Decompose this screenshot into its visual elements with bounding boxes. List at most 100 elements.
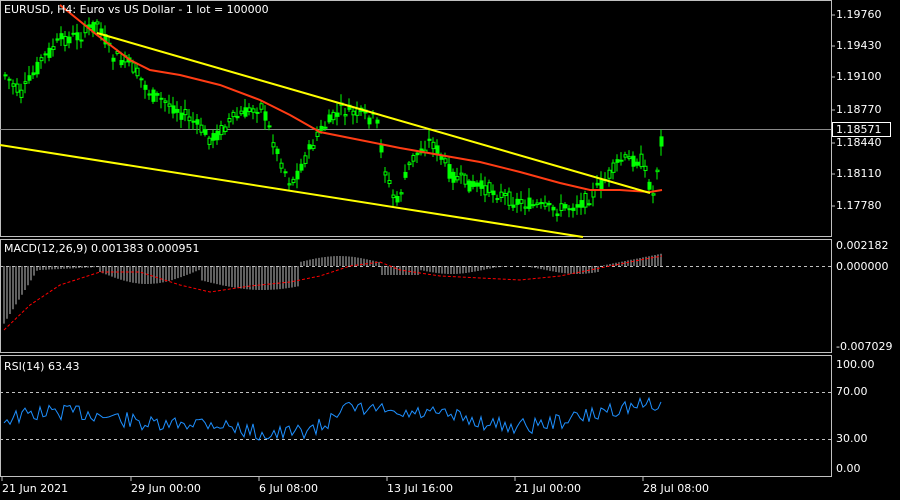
candle-body <box>219 124 224 136</box>
candle-body <box>211 133 216 141</box>
candlesticks <box>3 17 664 222</box>
candle-body <box>343 114 348 117</box>
candle-body <box>387 180 392 185</box>
moving-average-line <box>59 4 663 194</box>
candle-body <box>375 119 380 124</box>
candle-body <box>395 195 400 203</box>
candle-body <box>367 117 372 125</box>
candle-body <box>551 206 556 211</box>
candle-body <box>459 172 464 176</box>
candle-body <box>95 21 100 25</box>
candle-body <box>555 213 560 217</box>
candle-body <box>139 78 144 81</box>
price-label: 1.17780 <box>836 199 882 212</box>
candle-body <box>259 103 264 110</box>
candle-body <box>235 115 240 119</box>
candle-body <box>475 182 480 187</box>
candle-body <box>403 171 408 178</box>
candle-body <box>611 162 616 173</box>
candle-body <box>495 198 500 201</box>
candle-body <box>323 126 328 129</box>
candle-body <box>391 194 396 199</box>
candle-body <box>635 161 640 166</box>
candle-body <box>183 109 188 116</box>
candle-body <box>299 163 304 171</box>
candle-body <box>135 67 140 77</box>
price-label: 1.18110 <box>836 167 882 180</box>
candle-body <box>19 89 24 98</box>
candle-body <box>79 39 84 42</box>
candle-body <box>267 125 272 128</box>
price-label: 1.19760 <box>836 8 882 21</box>
candle-body <box>291 178 296 184</box>
candle-body <box>71 32 76 35</box>
candle-body <box>427 138 432 141</box>
current-price-badge: 1.18571 <box>832 122 891 137</box>
candle-body <box>567 208 572 211</box>
candle-body <box>623 154 628 158</box>
rsi-label: 0.00 <box>836 462 861 475</box>
candle-body <box>615 159 620 163</box>
candle-body <box>383 171 388 176</box>
candle-body <box>467 180 472 192</box>
candle-body <box>531 204 536 207</box>
candle-body <box>627 156 632 160</box>
candle-body <box>207 137 212 145</box>
candle-body <box>407 162 412 166</box>
candle-body <box>43 53 48 56</box>
candle-body <box>579 200 584 208</box>
candle-body <box>231 111 236 118</box>
candle-body <box>355 108 360 116</box>
macd-panel-frame <box>0 239 832 353</box>
candle-body <box>7 78 12 81</box>
candle-body <box>507 191 512 206</box>
candle-body <box>31 72 36 76</box>
candle-body <box>631 155 636 167</box>
candle-body <box>575 204 580 208</box>
candle-body <box>227 118 232 123</box>
candle-body <box>655 169 660 173</box>
candle-body <box>255 111 260 114</box>
candle-body <box>55 38 60 41</box>
macd-histogram <box>3 253 662 324</box>
candle-body <box>171 105 176 114</box>
candle-body <box>35 61 40 75</box>
candle-body <box>163 100 168 103</box>
candle-body <box>59 33 64 40</box>
rsi-label: 100.00 <box>836 358 875 371</box>
candle-body <box>435 145 440 156</box>
main-panel-frame <box>0 0 832 237</box>
candle-body <box>331 111 336 121</box>
candle-body <box>379 144 384 153</box>
candle-body <box>539 202 544 205</box>
candle-body <box>63 36 68 46</box>
time-label: 28 Jul 08:00 <box>643 482 709 495</box>
candle-body <box>483 185 488 196</box>
candle-body <box>283 171 288 174</box>
candle-body <box>199 124 204 133</box>
macd-title: MACD(12,26,9) 0.001383 0.000951 <box>4 242 200 255</box>
candle-body <box>287 183 292 186</box>
time-label: 21 Jun 2021 <box>2 482 69 495</box>
candle-body <box>451 171 456 183</box>
candle-body <box>499 191 504 198</box>
candle-body <box>251 108 256 113</box>
candle-body <box>651 193 656 196</box>
time-label: 21 Jul 00:00 <box>515 482 581 495</box>
candle-body <box>319 125 324 131</box>
price-label: 1.18440 <box>836 136 882 149</box>
lower-trendline <box>0 144 584 238</box>
candle-body <box>535 202 540 206</box>
candle-body <box>351 110 356 116</box>
candle-body <box>223 126 228 133</box>
candle-body <box>659 136 664 147</box>
candle-body <box>195 119 200 125</box>
candle-body <box>179 112 184 120</box>
candle-body <box>479 180 484 189</box>
candle-body <box>311 145 316 149</box>
candle-body <box>587 203 592 206</box>
candle-body <box>67 36 72 44</box>
candle-body <box>583 192 588 208</box>
candle-body <box>595 182 600 186</box>
candle-body <box>599 179 604 191</box>
